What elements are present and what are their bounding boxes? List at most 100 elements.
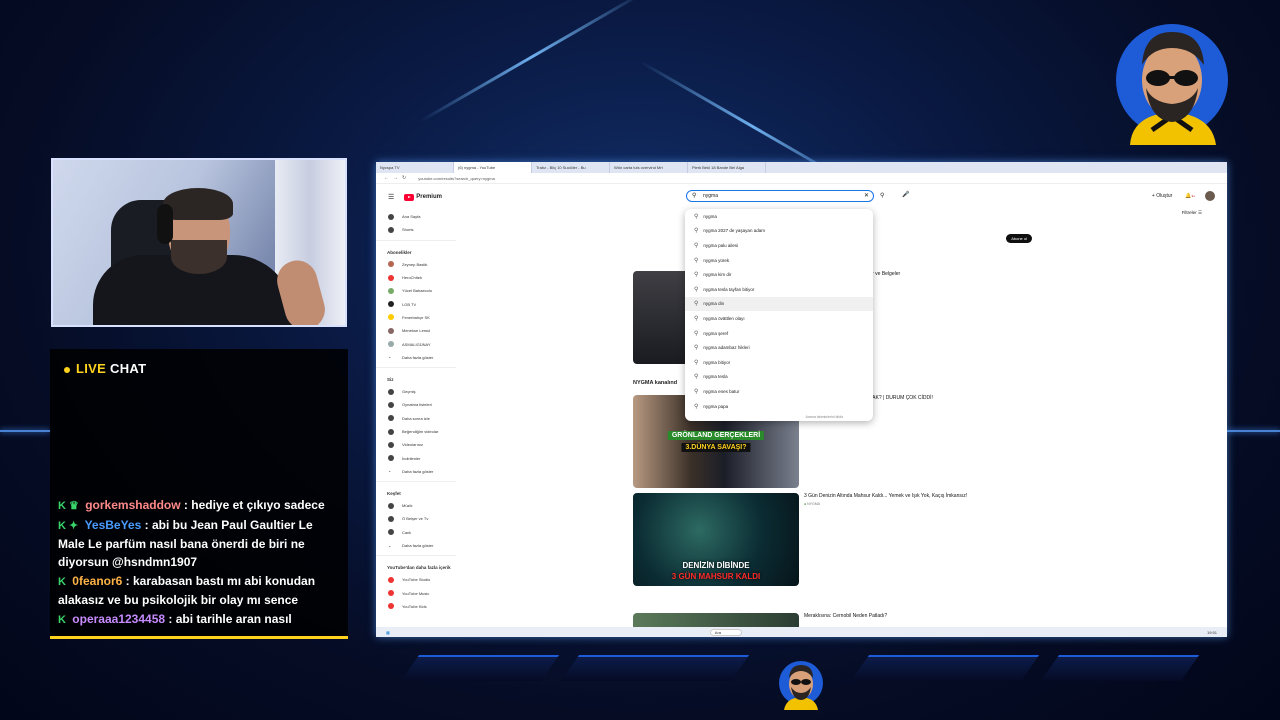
search-icon: ⚲ — [694, 374, 699, 381]
youtube-play-icon — [404, 193, 415, 201]
video-info[interactable]: 3 Gün Denizin Altında Mahsur Kaldı... Ye… — [804, 493, 1044, 506]
menu-icon[interactable]: ☰ — [388, 193, 394, 201]
account-avatar[interactable] — [1205, 191, 1215, 201]
browser-tab[interactable]: Trabz - Bilç 10 Suclöler - Bu — [532, 162, 610, 173]
chat-username[interactable]: operaaa1234458 — [72, 612, 165, 626]
sidebar-item-downloads[interactable]: İndirilenler — [376, 451, 456, 464]
suggestion-item[interactable]: ⚲ nygma bitiyor — [685, 355, 873, 370]
create-button[interactable]: + Oluştur — [1149, 192, 1175, 200]
sidebar-item-sub[interactable]: Yücel Bahaecolu — [376, 284, 456, 297]
sidebar-item-playlists[interactable]: Oynatma listeleri — [376, 398, 456, 411]
sidebar-item-your-videos[interactable]: Videolarınız — [376, 438, 456, 451]
browser-tabs: Nycspa TV (6) nygma - YouTube Trabz - Bi… — [376, 162, 1227, 173]
search-icon: ⚲ — [694, 301, 699, 308]
browser-tab[interactable]: Wön carta tuis overvind Mrt — [610, 162, 688, 173]
suggestion-item[interactable]: ⚲ nygma yürek — [685, 253, 873, 268]
sidebar-item-sub[interactable]: ASMALIGÜNAY — [376, 337, 456, 350]
search-icon: ⚲ — [694, 359, 699, 366]
search-input[interactable]: ⚲ nygma ✕ — [686, 190, 874, 202]
suggestion-item[interactable]: ⚲ nygma papa — [685, 399, 873, 414]
channel-name[interactable]: ● NYGMA — [804, 502, 1044, 506]
suggestion-item[interactable]: ⚲ nygma adambaz hikleri — [685, 340, 873, 355]
background-line — [0, 430, 50, 432]
chat-message: K ♛ gorkemshaddow : hediye et çıkıyo sad… — [58, 496, 340, 515]
subscribe-button[interactable]: Abone ol — [1006, 234, 1032, 243]
video-title[interactable]: Meraklısına: Cernobil Neden Patladı? — [804, 613, 1044, 619]
suggestion-report-link[interactable]: Arama tahminlerini bildir — [805, 415, 843, 419]
chevron-down-icon: ⌄ — [388, 468, 392, 474]
sidebar-you-header[interactable]: Siz — [376, 371, 456, 385]
browser-window: Nycspa TV (6) nygma - YouTube Trabz - Bi… — [376, 162, 1227, 637]
youtube-header: ☰ Premium ⚲ nygma ✕ ⚲ 🎤 + Oluştur 🔔9+ — [376, 184, 1227, 210]
video-thumbnail[interactable]: DENİZİN DİBİNDE 3 GÜN MAHSUR KALDI — [633, 493, 799, 586]
browser-tab[interactable]: Pierk Bekl 18 Bande Bel Alga — [688, 162, 766, 173]
suggestion-item[interactable]: ⚲ nygma din — [685, 296, 873, 312]
search-suggestions: ⚲ nygma ⚲ nygma 2027 de yaşayan adam ⚲ nygm… — [685, 209, 873, 421]
download-icon — [388, 455, 394, 462]
suggestion-item[interactable]: ⚲ nygma kim dir — [685, 267, 873, 282]
badge-icon: K — [58, 576, 66, 588]
sidebar-item-more[interactable]: ⌄ Daha fazla göster — [376, 539, 456, 552]
live-chat-panel: LIVE CHAT K ♛ gorkemshaddow : hediye et … — [50, 349, 348, 639]
sidebar-item-kids[interactable]: YouTube Kids — [376, 600, 456, 613]
suggestion-item[interactable]: ⚲ nygma enes batur — [685, 384, 873, 399]
nav-arrows-icon[interactable]: ←→↻ — [384, 175, 410, 181]
video-title[interactable]: 3 Gün Denizin Altında Mahsur Kaldı... Ye… — [804, 493, 1044, 499]
windows-start-icon[interactable]: ▦ — [386, 630, 390, 635]
badge-icon: K ✦ — [58, 520, 79, 532]
sidebar-item-live[interactable]: Canlı — [376, 526, 456, 539]
sidebar-item-sub[interactable]: Menekse Lemul — [376, 324, 456, 337]
suggestion-item[interactable]: ⚲ nygma şeref — [685, 326, 873, 341]
suggestion-item[interactable]: ⚲ nygma 2027 de yaşayan adam — [685, 224, 873, 239]
suggestion-item[interactable]: ⚲ nygma övättlen olayı — [685, 311, 873, 326]
youtube-logo[interactable]: Premium — [404, 193, 442, 201]
badge-icon: K — [58, 614, 66, 626]
chevron-down-icon: ⌄ — [388, 542, 392, 548]
sidebar-item-music[interactable]: Müzik — [376, 499, 456, 512]
video-info[interactable]: Meraklısına: Cernobil Neden Patladı? — [804, 613, 1044, 619]
chat-message: K operaaa1234458 : abi tarihle aran nası… — [58, 610, 340, 629]
sidebar-item-liked[interactable]: Beğendiğim videolar — [376, 425, 456, 438]
suggestion-item[interactable]: ⚲ nygma palu ailesi — [685, 238, 873, 253]
search-icon: ⚲ — [694, 272, 699, 279]
search-icon: ⚲ — [694, 286, 699, 293]
sidebar-subs-header[interactable]: Abonelikler — [376, 244, 456, 258]
suggestion-item[interactable]: ⚲ nygma tesla — [685, 370, 873, 385]
suggestion-item[interactable]: ⚲ nygma tesla tayfan bitiyor — [685, 282, 873, 297]
search-button-icon[interactable]: ⚲ — [880, 192, 884, 199]
sidebar-item-tv[interactable]: Ö Belşer ve Tv — [376, 512, 456, 525]
sidebar-item-sub[interactable]: Fenerbahçe SK — [376, 311, 456, 324]
sidebar-item-music-app[interactable]: YouTube Music — [376, 587, 456, 600]
sidebar-explore-header: Keşfet — [387, 491, 401, 497]
search-icon: ⚲ — [694, 315, 699, 322]
sidebar-item-watch-later[interactable]: Daha sonra izle — [376, 412, 456, 425]
mic-icon[interactable]: 🎤 — [902, 191, 909, 198]
like-icon — [388, 428, 394, 435]
clear-search-icon[interactable]: ✕ — [864, 192, 869, 199]
sidebar-item-sub[interactable]: Zeynep Bastik — [376, 258, 456, 271]
chat-username[interactable]: 0feanor6 — [72, 574, 122, 588]
sidebar-item-more[interactable]: ⌄ Daha fazla göster — [376, 351, 456, 364]
chat-username[interactable]: gorkemshaddow — [85, 498, 180, 512]
windows-taskbar: ▦ Ara 19:51 — [376, 627, 1227, 637]
address-bar[interactable]: ←→↻ youtube.com/results?search_query=nyg… — [376, 173, 1227, 184]
sidebar-item-studio[interactable]: YouTube Studio — [376, 573, 456, 586]
background-beam — [419, 0, 646, 123]
taskbar-search[interactable]: Ara — [709, 628, 743, 636]
chat-username[interactable]: YesBeYes — [85, 518, 142, 532]
sidebar-item-home[interactable]: Ana Sayfa — [376, 210, 456, 223]
sidebar-item-sub[interactable]: LGB TV — [376, 297, 456, 310]
sidebar-item-history[interactable]: Geçmiş — [376, 385, 456, 398]
url-text[interactable]: youtube.com/results?search_query=nygma — [418, 176, 495, 181]
clock-icon — [388, 415, 394, 422]
browser-tab[interactable]: Nycspa TV — [376, 162, 454, 173]
badge-icon: K ♛ — [58, 500, 79, 512]
sidebar-item-more[interactable]: ⌄ Daha fazla göster — [376, 465, 456, 478]
filters-button[interactable]: Filtreler ☰ — [1182, 210, 1202, 216]
sidebar-item-shorts[interactable]: Shorts — [376, 223, 456, 236]
notification-icon[interactable]: 🔔9+ — [1185, 193, 1195, 199]
suggestion-item[interactable]: ⚲ nygma — [685, 209, 873, 224]
sidebar-item-sub[interactable]: HeroChitek — [376, 271, 456, 284]
shorts-icon — [388, 226, 394, 233]
browser-tab[interactable]: (6) nygma - YouTube — [454, 162, 532, 173]
